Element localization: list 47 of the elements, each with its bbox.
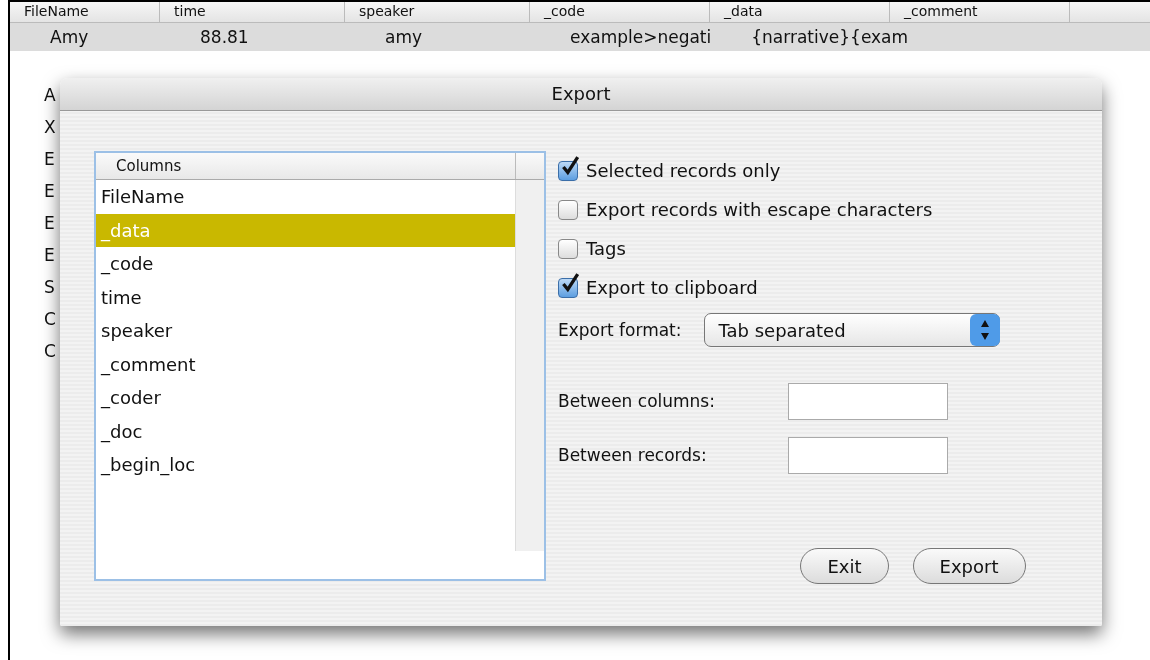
checkbox-label[interactable]: Tags xyxy=(586,238,626,259)
input-field[interactable] xyxy=(788,382,948,420)
table-cell-text: 88.81 xyxy=(199,27,250,47)
column-header[interactable]: speaker xyxy=(345,2,530,22)
list-item[interactable]: speaker xyxy=(96,314,515,348)
field-label: Between columns: xyxy=(558,391,716,411)
table-cell: C xyxy=(44,309,56,329)
table-cell: S xyxy=(44,277,55,297)
column-header[interactable]: _code xyxy=(530,2,710,22)
column-header[interactable]: FileName xyxy=(10,2,160,22)
table-cell: E xyxy=(44,245,55,265)
checkbox-label[interactable]: Export to clipboard xyxy=(586,277,758,298)
checkbox[interactable] xyxy=(558,238,578,259)
stepper-icon xyxy=(969,314,1000,346)
list-item[interactable]: _doc xyxy=(96,414,515,448)
checkbox[interactable] xyxy=(558,199,578,220)
dialog-title: Export xyxy=(60,78,1102,111)
table-cell: E xyxy=(44,213,55,233)
list-header: Columns xyxy=(96,153,516,179)
list-item[interactable]: time xyxy=(96,280,515,314)
table-cell: E xyxy=(44,181,55,201)
table-cell: C xyxy=(44,341,56,361)
dialog-button[interactable]: Export xyxy=(912,548,1026,584)
dialog-button[interactable]: Exit xyxy=(800,548,889,584)
table-cell-text: Amy xyxy=(49,27,90,47)
table-cell: E xyxy=(44,149,55,169)
table-cell-text: amy xyxy=(384,27,424,47)
list-item[interactable]: _begin_loc xyxy=(96,448,515,482)
column-header[interactable]: time xyxy=(160,2,345,22)
table-cell: X xyxy=(44,117,56,137)
table-cell-text: example>negati xyxy=(569,27,712,47)
format-label: Export format: xyxy=(558,320,682,340)
column-list[interactable]: Columns FileName _data _code time speaker _comment _coder _doc _begin_loc xyxy=(94,151,546,581)
checkbox-label[interactable]: Selected records only xyxy=(586,160,781,181)
scrollbar-track[interactable] xyxy=(515,180,544,551)
table-cell: A xyxy=(44,85,56,105)
list-item[interactable]: _comment xyxy=(96,347,515,381)
input-field[interactable] xyxy=(788,436,948,474)
checkbox-label[interactable]: Export records with escape characters xyxy=(586,199,933,220)
field-label: Between records: xyxy=(558,445,708,465)
column-header[interactable]: _data xyxy=(710,2,890,22)
list-item[interactable]: _coder xyxy=(96,381,515,415)
table-cell-text: {narrative}{exam xyxy=(750,27,909,47)
list-item[interactable]: _code xyxy=(96,247,515,281)
column-header[interactable]: _comment xyxy=(890,2,1070,22)
format-dropdown[interactable]: Tab separated xyxy=(703,313,1000,347)
list-item[interactable]: FileName xyxy=(96,180,515,214)
